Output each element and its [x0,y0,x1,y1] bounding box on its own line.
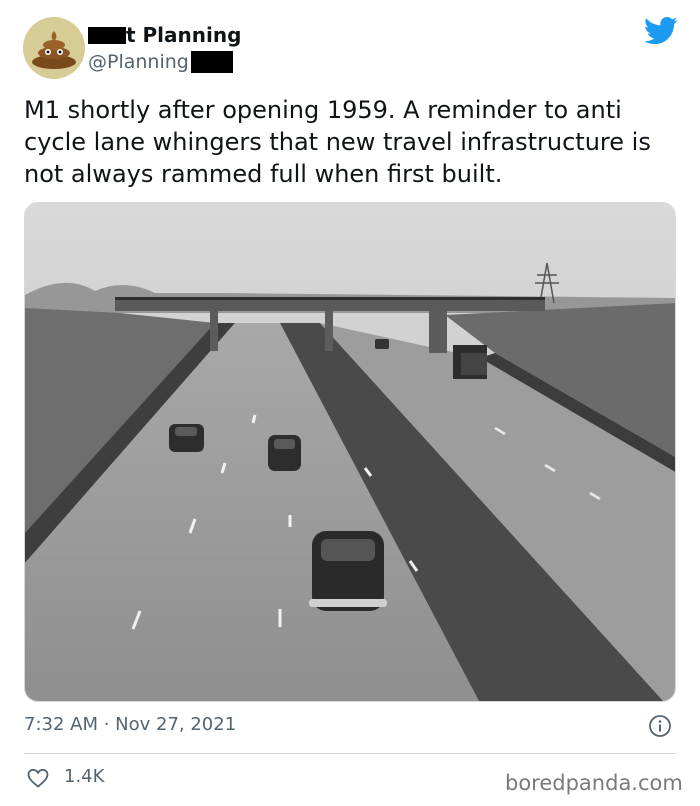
info-icon[interactable] [648,714,672,738]
avatar[interactable] [23,17,85,79]
redaction-bar [88,26,126,44]
car-front [309,531,387,611]
car-left [169,424,204,452]
display-name-row[interactable]: t Planning [88,22,241,48]
truck [453,345,487,379]
car-middle [268,435,301,471]
tweet-photo[interactable] [24,202,676,702]
display-name[interactable]: t Planning [126,23,241,47]
redaction-bar [190,51,233,73]
handle-row[interactable]: @Planning [88,50,233,74]
poop-emoji-icon [23,17,85,79]
watermark: boredpanda.com [505,771,683,795]
heart-icon[interactable] [26,766,50,790]
like-count[interactable]: 1.4K [64,766,104,787]
account-handle[interactable]: @Planning [88,51,189,73]
motorway-photo [25,203,675,701]
tweet-text: M1 shortly after opening 1959. A reminde… [24,96,651,188]
tweet-timestamp[interactable]: 7:32 AM · Nov 27, 2021 [24,714,236,735]
divider [24,753,676,754]
twitter-bird-icon[interactable] [644,16,678,46]
